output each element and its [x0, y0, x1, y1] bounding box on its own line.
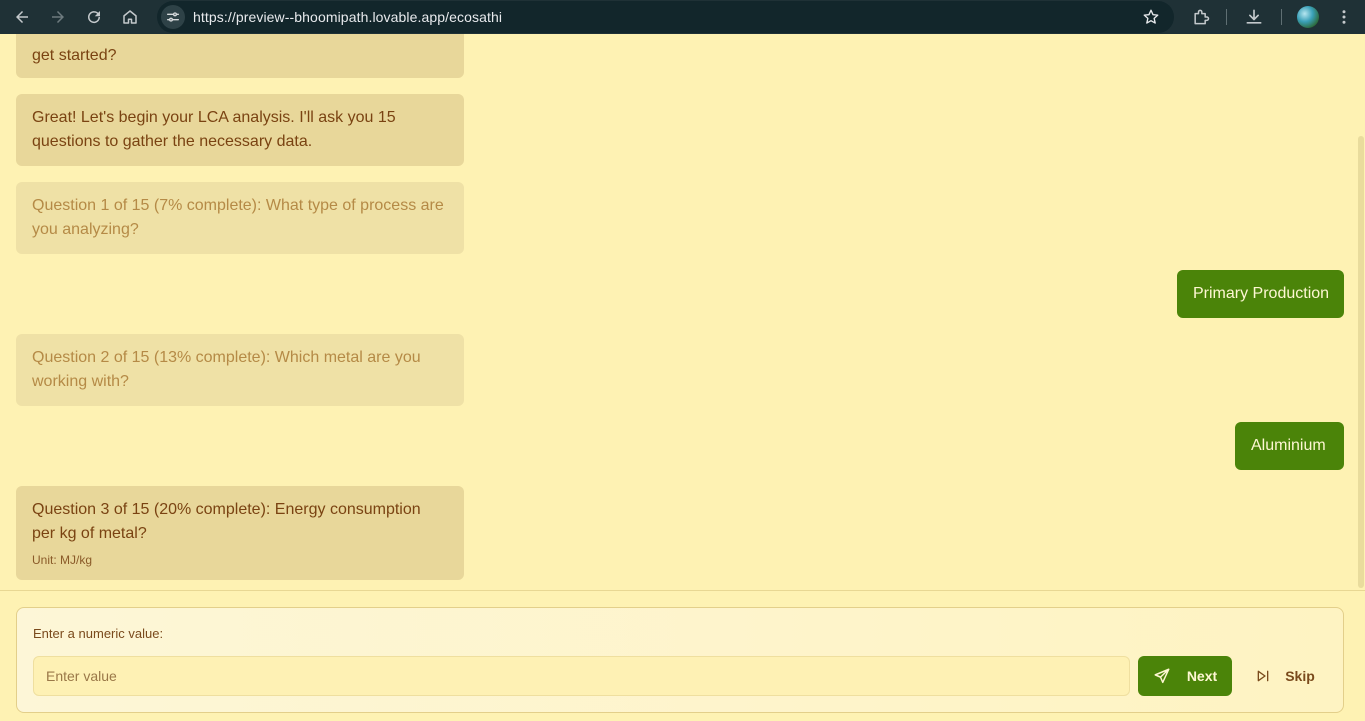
message-text: get started?: [32, 47, 117, 64]
bot-question-message: Question 3 of 15 (20% complete): Energy …: [16, 486, 464, 580]
skip-label: Skip: [1285, 668, 1315, 684]
next-label: Next: [1186, 668, 1218, 684]
skip-forward-icon: [1257, 670, 1269, 682]
profile-avatar-icon[interactable]: [1297, 6, 1319, 28]
scrollbar[interactable]: [1358, 136, 1364, 588]
back-arrow-icon[interactable]: [10, 5, 34, 29]
message-text: Primary Production: [1193, 285, 1330, 302]
user-message: Primary Production: [1177, 270, 1344, 318]
skip-button[interactable]: Skip: [1246, 656, 1324, 696]
site-info-icon[interactable]: [161, 5, 185, 29]
more-menu-icon[interactable]: [1332, 5, 1356, 29]
bot-question-message: Question 2 of 15 (13% complete): Which m…: [16, 334, 464, 406]
extensions-icon[interactable]: [1189, 5, 1213, 29]
unit-label: Unit: MJ/kg: [32, 553, 93, 567]
browser-toolbar: https://preview--bhoomipath.lovable.app/…: [0, 0, 1365, 34]
message-text: Aluminium: [1251, 437, 1326, 454]
home-icon[interactable]: [118, 5, 142, 29]
message-text: Great! Let's begin your LCA analysis. I'…: [32, 109, 396, 150]
user-message: Aluminium: [1235, 422, 1344, 470]
send-icon: [1154, 668, 1170, 684]
toolbar-divider: [1226, 9, 1227, 25]
next-button[interactable]: Next: [1138, 656, 1232, 696]
bot-message: get started?: [16, 34, 464, 78]
numeric-value-input[interactable]: [33, 656, 1130, 696]
message-text: Question 3 of 15 (20% complete): Energy …: [32, 501, 421, 542]
message-text: Question 1 of 15 (7% complete): What typ…: [32, 197, 444, 238]
bookmark-star-icon[interactable]: [1142, 8, 1160, 26]
forward-arrow-icon[interactable]: [46, 5, 70, 29]
input-label: Enter a numeric value:: [33, 626, 164, 641]
toolbar-divider: [1281, 9, 1282, 25]
reload-icon[interactable]: [82, 5, 106, 29]
message-text: Question 2 of 15 (13% complete): Which m…: [32, 349, 421, 390]
chat-messages[interactable]: get started? Great! Let's begin your LCA…: [0, 34, 1365, 590]
url-text: https://preview--bhoomipath.lovable.app/…: [193, 9, 503, 25]
address-bar[interactable]: https://preview--bhoomipath.lovable.app/…: [157, 1, 1174, 33]
answer-input-card: Enter a numeric value: Next Skip: [16, 607, 1344, 713]
bot-message: Great! Let's begin your LCA analysis. I'…: [16, 94, 464, 166]
download-icon[interactable]: [1242, 5, 1266, 29]
bot-question-message: Question 1 of 15 (7% complete): What typ…: [16, 182, 464, 254]
